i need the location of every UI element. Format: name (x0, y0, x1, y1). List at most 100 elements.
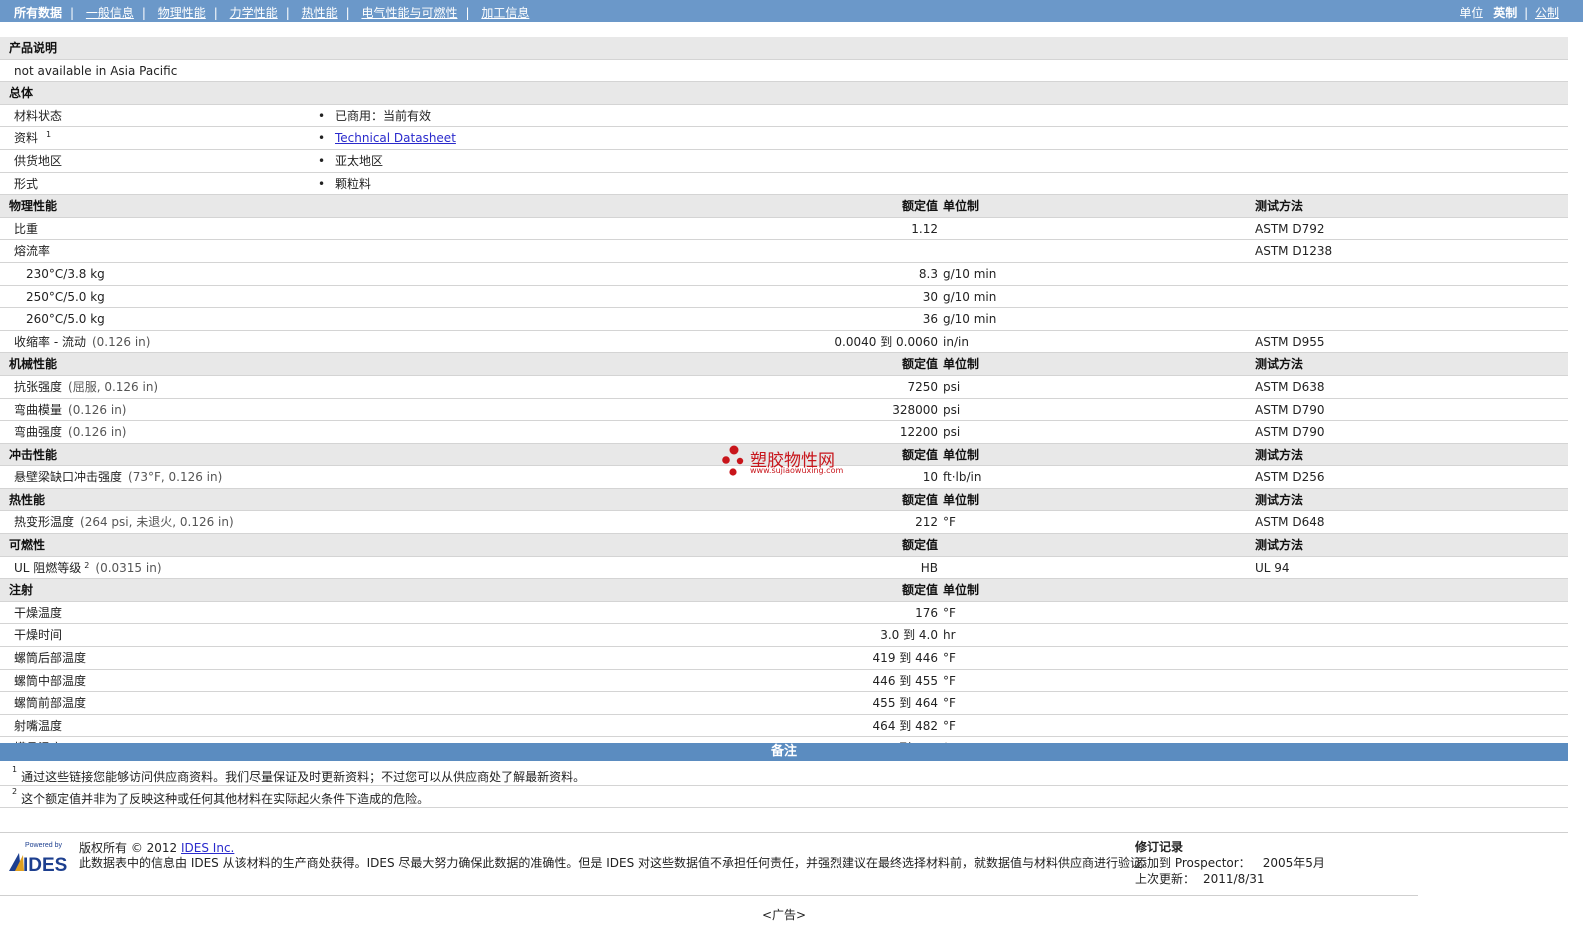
unit-value: °F (943, 673, 956, 688)
property-name: 螺筒前部温度 (14, 696, 87, 711)
unit-value: psi (943, 379, 961, 394)
property-name: 螺筒后部温度 (14, 651, 87, 666)
mechanical-row: 抗张强度 (屈服, 0.126 in) 7250 psi ASTM D638 (0, 376, 1568, 399)
section-header-physical: 物理性能 额定值 单位制 测试方法 (0, 195, 1568, 218)
test-method: ASTM D790 (1255, 402, 1325, 417)
property-label: 螺筒中部温度 (14, 673, 87, 688)
note-row: 2这个额定值并非为了反映这种或任何其他材料在实际起火条件下造成的危险。 (0, 786, 1568, 808)
test-method: ASTM D638 (1255, 379, 1325, 394)
tab-electrical-flammability[interactable]: 电气性能与可燃性 (361, 6, 457, 20)
column-method: 测试方法 (1255, 492, 1304, 507)
general-row: 形式 • 颗粒料 (0, 173, 1568, 196)
property-name: 热变形温度 (14, 515, 75, 530)
revision-added-label: 添加到 Prospector： (1135, 856, 1251, 870)
section-title: 热性能 (9, 492, 46, 507)
unit-label: 单位 (1459, 6, 1484, 20)
tab-all-data[interactable]: 所有数据 (14, 6, 62, 20)
property-name: 弯曲模量 (14, 402, 63, 417)
nominal-value: 328000 (892, 402, 938, 417)
property-label: 干燥温度 (14, 606, 62, 620)
watermark: 塑胶物性网 www.sujiaowuxing.com (720, 444, 860, 480)
bullet-icon: • (318, 153, 326, 168)
unit-value: °F (943, 718, 956, 733)
tab-mechanical[interactable]: 力学性能 (230, 6, 278, 20)
ides-logo: Powered by IDES (7, 841, 71, 876)
product-description: not available in Asia Pacific (14, 63, 178, 78)
bullet-icon: • (318, 131, 326, 146)
column-nominal: 额定值 (901, 447, 938, 462)
tab-thermal[interactable]: 热性能 (302, 6, 338, 20)
property-label: 热变形温度 (264 psi, 未退火, 0.126 in) (14, 516, 234, 529)
property-label: 250°C/5.0 kg (26, 289, 105, 304)
property-table: 产品说明 not available in Asia Pacific 总体 材料… (0, 37, 1568, 760)
footnote-ref: 1 (12, 765, 18, 774)
column-unit: 单位制 (943, 199, 980, 214)
property-name: 资料 (14, 131, 39, 146)
section-title: 可燃性 (9, 538, 46, 553)
nominal-value: 455 到 464 (872, 696, 938, 711)
column-method: 测试方法 (1255, 199, 1304, 214)
section-header-general: 总体 (0, 82, 1568, 105)
section-title: 冲击性能 (9, 447, 58, 462)
nominal-value: 10 (922, 470, 938, 485)
property-name: 250°C/5.0 kg (26, 289, 105, 304)
property-label: 比重 (14, 222, 38, 236)
nominal-value: 446 到 455 (872, 673, 938, 688)
datasheet-link[interactable]: Technical Datasheet (335, 132, 456, 145)
note-text: 这个额定值并非为了反映这种或任何其他材料在实际起火条件下造成的危险。 (21, 792, 430, 806)
unit-value: psi (943, 425, 961, 440)
unit-switcher: 单位 英制 | 公制 (1459, 6, 1559, 20)
nominal-value: 8.3 (918, 266, 938, 281)
nominal-value: 419 到 446 (872, 651, 938, 666)
nominal-value: HB (920, 560, 938, 575)
unit-imperial[interactable]: 英制 (1493, 6, 1517, 20)
property-condition: (屈服, 0.126 in) (68, 379, 159, 394)
general-row: 材料状态 • 已商用：当前有效 (0, 105, 1568, 128)
column-nominal: 额定值 (901, 199, 938, 214)
unit-value: °F (943, 605, 956, 620)
tab-processing[interactable]: 加工信息 (481, 6, 529, 20)
property-label: 230°C/3.8 kg (26, 267, 105, 281)
product-description-row: not available in Asia Pacific (0, 60, 1568, 83)
copyright-text: 版权所有 © 2012 (79, 841, 178, 855)
section-header-flammability: 可燃性 额定值 测试方法 (0, 534, 1568, 557)
property-name: 供货地区 (14, 153, 63, 168)
top-nav-bar: 所有数据 | 一般信息 | 物理性能 | 力学性能 | 热性能 | 电气性能与可燃性 | 加… (0, 0, 1583, 22)
flammability-row: UL 阻燃等级 2 (0.0315 in) HB UL 94 (0, 557, 1568, 580)
logo-powered: Powered by (25, 842, 62, 849)
property-name: 形式 (14, 176, 39, 191)
ides-company-link[interactable]: IDES Inc. (181, 841, 234, 855)
injection-row: 螺筒中部温度 446 到 455 °F (0, 670, 1568, 693)
column-unit: 单位制 (943, 357, 980, 372)
property-value: 亚太地区 (335, 153, 384, 168)
property-label: 螺筒前部温度 (14, 697, 86, 710)
unit-value: g/10 min (943, 312, 997, 327)
section-header-thermal: 热性能 额定值 单位制 测试方法 (0, 488, 1568, 512)
property-condition: (264 psi, 未退火, 0.126 in) (80, 515, 234, 530)
notes-header: 备注 (0, 743, 1568, 761)
property-name: 弯曲强度 (14, 425, 63, 440)
property-label: 射嘴温度 (14, 719, 62, 733)
mechanical-row: 弯曲强度 (0.126 in) 12200 psi ASTM D790 (0, 421, 1568, 444)
unit-value: °F (943, 651, 956, 666)
property-name: 螺筒中部温度 (14, 673, 87, 688)
tab-general-info[interactable]: 一般信息 (86, 6, 134, 20)
test-method: ASTM D648 (1255, 515, 1325, 530)
ides-logo-icon: Powered by IDES (9, 842, 67, 876)
property-label: 弯曲强度 (0.126 in) (14, 426, 127, 439)
bullet-icon: • (318, 176, 326, 191)
unit-value: psi (943, 402, 961, 417)
unit-value: °F (943, 696, 956, 711)
unit-metric[interactable]: 公制 (1535, 6, 1559, 20)
property-condition: (0.0315 in) (95, 560, 162, 575)
injection-row: 干燥温度 176 °F (0, 602, 1568, 625)
property-label: 熔流率 (14, 245, 50, 258)
revision-block: 修订记录 添加到 Prospector： 2005年5月 上次更新： 2011/8/… (1135, 839, 1325, 887)
note-row: 1通过这些链接您能够访问供应商资料。我们尽量保证及时更新资料；不过您可以从供应商… (0, 764, 1568, 786)
unit-value: in/in (943, 334, 969, 349)
nominal-value: 1.12 (911, 221, 938, 236)
tab-physical[interactable]: 物理性能 (158, 6, 206, 20)
property-name: 抗张强度 (14, 379, 63, 394)
nominal-value: 3.0 到 4.0 (880, 628, 938, 643)
nominal-value: 7250 (907, 379, 938, 394)
